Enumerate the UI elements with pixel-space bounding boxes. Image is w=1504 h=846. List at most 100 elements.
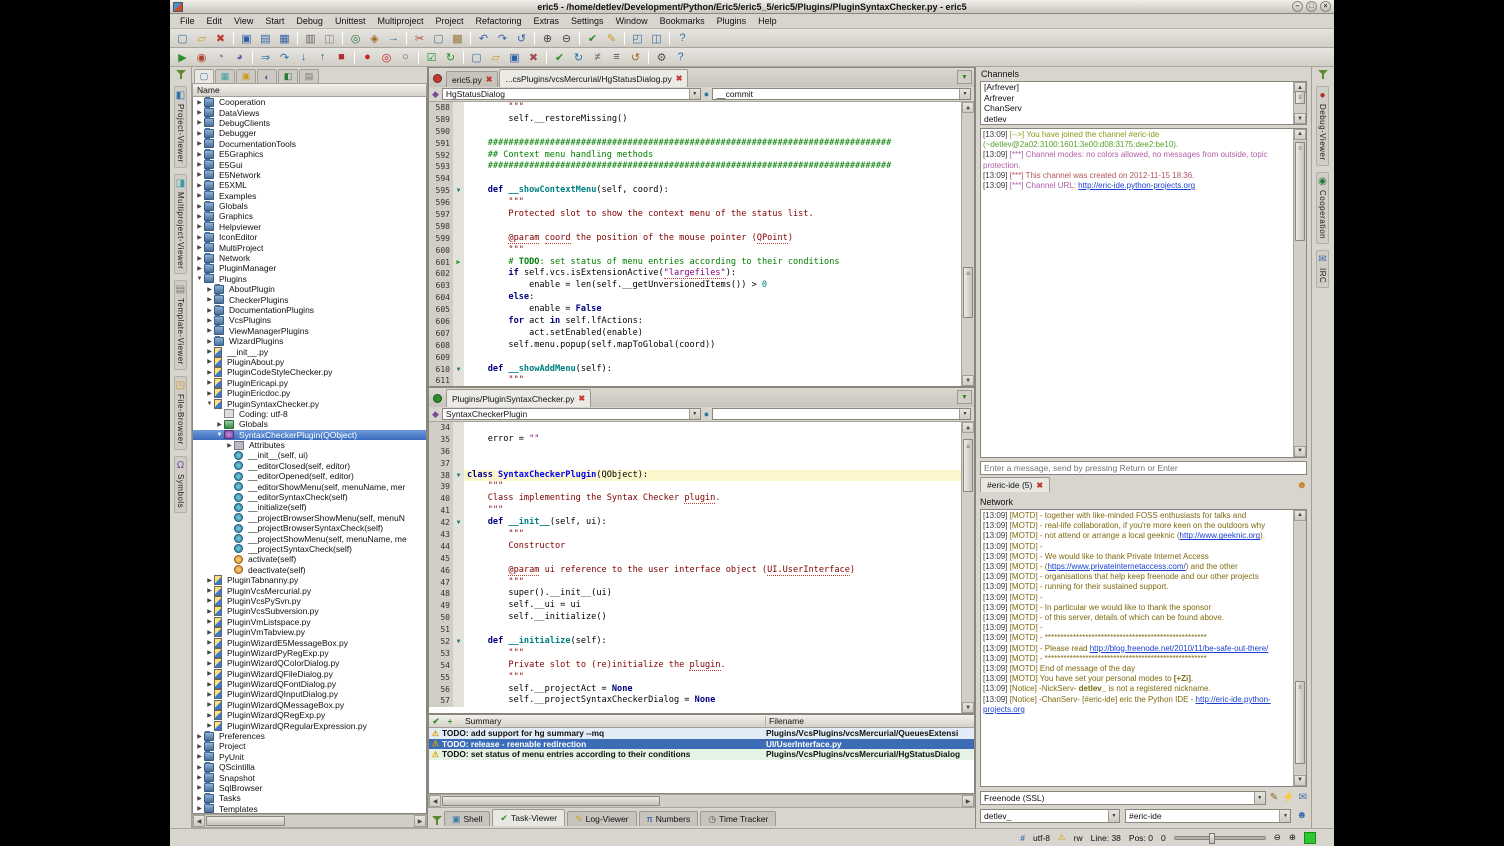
collapse-arrow-icon[interactable]: ▶ (205, 587, 214, 594)
minimize-button[interactable]: – (1292, 1, 1303, 12)
code-line[interactable]: self.__projectSyntaxCheckerDialog = None (464, 695, 974, 707)
copy-icon[interactable]: ▢ (430, 31, 447, 46)
project-forms-tab[interactable]: ▦ (215, 69, 235, 83)
task-row[interactable]: ⚠TODO: add support for hg summary --mqPl… (429, 728, 974, 739)
collapse-arrow-icon[interactable]: ▶ (205, 369, 214, 376)
close-tab-icon[interactable]: ✖ (578, 394, 585, 403)
code-line[interactable]: error = "" (464, 434, 974, 446)
fold-marker-icon[interactable]: ▼ (453, 364, 464, 376)
code-line[interactable] (464, 624, 974, 636)
tree-item[interactable]: ▶PluginWizardQColorDialog.py (193, 658, 426, 668)
collapse-arrow-icon[interactable]: ▶ (195, 192, 204, 199)
collapse-arrow-icon[interactable]: ▶ (205, 296, 214, 303)
titlebar[interactable]: eric5 - /home/detlev/Development/Python/… (170, 0, 1334, 14)
tree-item[interactable]: ▶Snapshot (193, 772, 426, 782)
tree-item[interactable]: ▶E5XML (193, 180, 426, 190)
menu-plugins[interactable]: Plugins (711, 15, 753, 27)
menu-settings[interactable]: Settings (565, 15, 610, 27)
collapse-arrow-icon[interactable]: ▶ (205, 358, 214, 365)
collapse-arrow-icon[interactable]: ▶ (195, 99, 204, 106)
zoom-in-icon[interactable]: ⊕ (1289, 832, 1296, 843)
help-icon[interactable]: ? (672, 50, 689, 65)
code-line[interactable]: self.__initialize() (464, 612, 974, 624)
code-line[interactable]: @param coord the position of the mouse p… (464, 233, 974, 245)
tree-item[interactable]: ▶PluginEricapi.py (193, 378, 426, 388)
tab-time-tracker[interactable]: ◷Time Tracker (700, 811, 776, 826)
fold-marker-icon[interactable]: ▼ (453, 517, 464, 529)
tree-item[interactable]: ▶QScintilla (193, 762, 426, 772)
tree-item[interactable]: __editorOpened(self, editor) (193, 471, 426, 481)
tree-item[interactable]: ▶ViewManagerPlugins (193, 326, 426, 336)
code-line[interactable]: """ (464, 577, 974, 589)
scrollbar-thumb[interactable] (206, 816, 285, 826)
tab-log-viewer[interactable]: ✎Log-Viewer (567, 811, 636, 826)
tree-item[interactable]: ▶Network (193, 253, 426, 263)
close-button[interactable]: × (1320, 1, 1331, 12)
editor2-tab[interactable]: Plugins/PluginSyntaxChecker.py✖ (446, 389, 591, 407)
join-channel-combo[interactable]: #eric-ide ▼ (1125, 809, 1291, 823)
tree-item[interactable]: ▶PluginWizardQRegularExpression.py (193, 720, 426, 730)
project-sources-tab[interactable]: ▢ (194, 69, 214, 83)
scroll-down-icon[interactable]: ▼ (962, 702, 974, 713)
code-line[interactable] (464, 126, 974, 138)
code-line[interactable]: def __showContextMenu(self, coord): (464, 185, 974, 197)
tree-item[interactable]: ▶PluginWizardE5MessageBox.py (193, 637, 426, 647)
scroll-right-icon[interactable]: ▶ (962, 795, 974, 807)
chevron-down-icon[interactable]: ▼ (1108, 810, 1119, 822)
scroll-down-icon[interactable]: ▼ (1294, 775, 1306, 786)
coverage-icon[interactable]: ◕ (231, 50, 248, 65)
scrollbar-thumb[interactable] (1295, 142, 1305, 240)
tree-item[interactable]: ▶Project (193, 741, 426, 751)
tree-item[interactable]: ▶PyUnit (193, 752, 426, 762)
project-interfaces-tab[interactable]: ◧ (278, 69, 298, 83)
tab-project-viewer[interactable]: ◧Project-Viewer (174, 86, 187, 168)
tree-item[interactable]: ▶Globals (193, 201, 426, 211)
continue-icon[interactable]: ⇒ (257, 50, 274, 65)
menu-extras[interactable]: Extras (528, 15, 566, 27)
code-line[interactable]: if self.vcs.isExtensionActive("largefile… (464, 268, 974, 280)
split-view-icon[interactable]: ◫ (648, 31, 665, 46)
vertical-scrollbar[interactable]: ▲▼ (961, 102, 974, 386)
tree-item[interactable]: ▶MultiProject (193, 242, 426, 252)
tree-item[interactable]: __editorClosed(self, editor) (193, 461, 426, 471)
maximize-button[interactable]: □ (1306, 1, 1317, 12)
collapse-arrow-icon[interactable]: ▶ (205, 649, 214, 656)
code-line[interactable]: """ (464, 481, 974, 493)
tab-multiproject-viewer[interactable]: ◨Multiproject-Viewer (174, 174, 187, 274)
profile-icon[interactable]: ◔ (212, 50, 229, 65)
menu-unittest[interactable]: Unittest (329, 15, 372, 27)
code-line[interactable]: Private slot to (re)initialize the plugi… (464, 660, 974, 672)
collapse-arrow-icon[interactable]: ▶ (205, 577, 214, 584)
task-add-icon[interactable]: + (443, 716, 457, 726)
collapse-arrow-icon[interactable]: ▶ (195, 784, 204, 791)
tree-item[interactable]: ▶PluginEricdoc.py (193, 388, 426, 398)
collapse-arrow-icon[interactable]: ▶ (195, 130, 204, 137)
menu-refactoring[interactable]: Refactoring (469, 15, 527, 27)
debug-script-icon[interactable]: ◉ (193, 50, 210, 65)
code-line[interactable] (464, 221, 974, 233)
zoom-in-icon[interactable]: ⊕ (539, 31, 556, 46)
filter-icon[interactable] (176, 70, 186, 80)
filter-icon[interactable] (432, 816, 442, 826)
code-line[interactable] (464, 352, 974, 364)
vcs-diff-icon[interactable]: ≠ (589, 50, 606, 65)
zoom-slider-handle[interactable] (1209, 833, 1215, 844)
collapse-arrow-icon[interactable]: ▶ (205, 597, 214, 604)
code-line[interactable] (464, 173, 974, 185)
collapse-arrow-icon[interactable]: ▶ (195, 151, 204, 158)
tree-item[interactable]: __projectBrowserSyntaxCheck(self) (193, 523, 426, 533)
project-others-tab[interactable]: ▤ (299, 69, 319, 83)
tree-item[interactable]: ▶E5Graphics (193, 149, 426, 159)
collapse-arrow-icon[interactable]: ▶ (215, 421, 224, 428)
scroll-down-icon[interactable]: ▼ (962, 375, 974, 386)
code-line[interactable]: Protected slot to show the context menu … (464, 209, 974, 221)
task-marker-icon[interactable]: ▶ (453, 257, 464, 269)
code-line[interactable]: else: (464, 292, 974, 304)
tree-item[interactable]: ▶Examples (193, 191, 426, 201)
print-preview-icon[interactable]: ◫ (321, 31, 338, 46)
nick-combo[interactable]: detlev_ ▼ (980, 809, 1120, 823)
code-line[interactable]: Class implementing the Syntax Checker pl… (464, 493, 974, 505)
code-line[interactable]: """ (464, 505, 974, 517)
new-icon[interactable]: ▢ (174, 31, 191, 46)
editor1-tab[interactable]: ...csPlugins/vcsMercurial/HgStatusDialog… (499, 69, 688, 87)
